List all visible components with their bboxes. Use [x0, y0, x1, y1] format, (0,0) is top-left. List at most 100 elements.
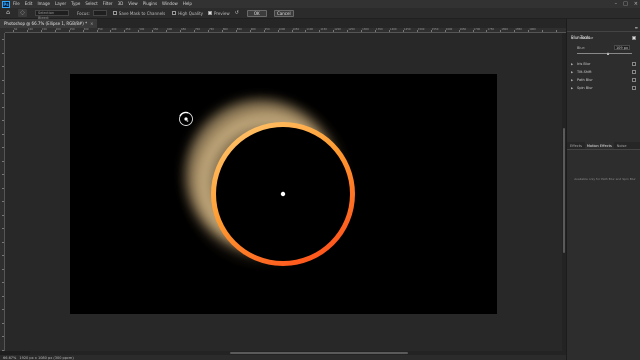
selection-bleed-field[interactable]: Selection Bleed: [35, 10, 69, 20]
blur-slider-track[interactable] [577, 53, 632, 54]
options-bar: ⌂ ◌ Selection Bleed: Focus: Save Mask to… [0, 8, 640, 20]
ruler-label: 1400 [389, 28, 397, 31]
ruler-label: 1100 [306, 28, 314, 31]
blur-value-field[interactable]: 109 px [614, 45, 630, 50]
ruler-label: 850 [236, 28, 242, 31]
save-mask-label: Save Mask to Channels [118, 10, 166, 16]
ruler-label: 1000 [278, 28, 286, 31]
ruler-label: 950 [264, 28, 270, 31]
blur-ring-arc[interactable] [179, 111, 189, 117]
zoom-level[interactable]: 66.67% [3, 356, 16, 360]
menu-filter[interactable]: Filter [103, 0, 113, 8]
iris-blur-row[interactable]: ▶ Iris Blur [567, 60, 640, 68]
preview-label: Preview [214, 10, 230, 16]
vertical-scroll-thumb[interactable] [563, 128, 565, 253]
path-blur-row[interactable]: ▶ Path Blur [567, 76, 640, 84]
ruler-label: 500 [139, 28, 145, 31]
preview-checkbox[interactable] [208, 11, 213, 15]
collapse-triangle-icon[interactable]: ▶ [571, 76, 573, 84]
blur-ring-pin[interactable] [184, 117, 188, 121]
menu-file[interactable]: File [13, 0, 20, 8]
document-tab-bar: Photoshop @ 66.7% (Ellipse 1, RGB/8#) * × [0, 19, 566, 28]
blur-center-pin[interactable] [280, 191, 286, 197]
tab-effects[interactable]: Effects [568, 142, 584, 149]
window-controls: – □ × [615, 0, 638, 8]
spin-blur-checkbox[interactable] [632, 86, 636, 90]
minimize-icon[interactable]: – [615, 1, 618, 7]
menu-window[interactable]: Window [162, 0, 178, 8]
tab-noise[interactable]: Noise [615, 142, 629, 149]
tilt-shift-row[interactable]: ▶ Tilt-Shift [567, 68, 640, 76]
ruler-label: 1250 [348, 28, 355, 31]
ruler-label: 150 [41, 28, 47, 31]
document-canvas[interactable] [70, 74, 497, 314]
field-blur-checkbox[interactable] [632, 36, 636, 40]
high-quality-label: High Quality [178, 10, 204, 16]
ruler-label: 400 [111, 28, 117, 31]
canvas-workspace[interactable] [5, 33, 562, 351]
reset-icon[interactable]: ↺ [235, 10, 239, 16]
panel-menu-icon[interactable]: ≡ [635, 24, 638, 32]
ruler-label: 600 [167, 28, 173, 31]
ruler-label: 1150 [320, 28, 327, 31]
menu-bar: Ps File Edit Image Layer Type Select Fil… [0, 0, 640, 8]
collapse-triangle-icon[interactable]: ▶ [571, 84, 573, 92]
motion-effects-note: Available only for Path Blur and Spin Bl… [574, 177, 636, 181]
ruler-label: 1850 [515, 28, 522, 31]
path-blur-label: Path Blur [577, 78, 593, 82]
collapse-triangle-icon[interactable]: ▶ [571, 68, 573, 76]
photoshop-logo-icon[interactable]: Ps [2, 0, 10, 8]
ok-button[interactable]: OK [246, 9, 267, 17]
ruler-label: 800 [222, 28, 228, 31]
menu-help[interactable]: Help [183, 0, 192, 8]
blur-gallery-icon[interactable]: ◌ [18, 9, 27, 17]
ruler-label: 1350 [376, 28, 383, 31]
menu-image[interactable]: Image [37, 0, 50, 8]
high-quality-checkbox[interactable] [172, 11, 177, 15]
path-blur-checkbox[interactable] [632, 78, 636, 82]
blur-slider-thumb[interactable] [607, 51, 610, 55]
ruler-label: 1300 [362, 28, 369, 31]
ruler-label: 1450 [403, 28, 411, 31]
home-icon[interactable]: ⌂ [4, 9, 12, 17]
focus-label: Focus: [77, 10, 90, 16]
spin-blur-label: Spin Blur [577, 86, 593, 90]
menu-select[interactable]: Select [85, 0, 97, 8]
document-title: Photoshop @ 66.7% (Ellipse 1, RGB/8#) * [4, 21, 88, 26]
menu-plugins[interactable]: Plugins [143, 0, 157, 8]
menu-view[interactable]: View [128, 0, 138, 8]
ruler-label: 1050 [292, 28, 300, 31]
spin-blur-row[interactable]: ▶ Spin Blur [567, 84, 640, 92]
cancel-button[interactable]: Cancel [273, 9, 294, 17]
maximize-icon[interactable]: □ [623, 1, 628, 7]
collapse-triangle-icon[interactable]: ▶ [571, 60, 573, 68]
effects-tab-bar: Effects Motion Effects Noise [567, 142, 640, 150]
ruler-label: 700 [195, 28, 200, 31]
ruler-label: 1500 [417, 28, 425, 31]
ruler-label: 250 [69, 28, 75, 31]
blur-tools-tab[interactable]: Blur Tools ≡ [567, 24, 640, 40]
document-tab[interactable]: Photoshop @ 66.7% (Ellipse 1, RGB/8#) * × [0, 19, 98, 28]
ruler-label: 100 [27, 28, 33, 31]
ruler-label: 50 [14, 28, 18, 31]
iris-blur-checkbox[interactable] [632, 62, 636, 66]
close-tab-icon[interactable]: × [90, 21, 93, 26]
close-icon[interactable]: × [634, 1, 638, 7]
menu-type[interactable]: Type [71, 0, 80, 8]
tilt-shift-checkbox[interactable] [632, 70, 636, 74]
menu-3d[interactable]: 3D [118, 0, 124, 8]
horizontal-scroll-thumb[interactable] [230, 352, 408, 354]
ruler-label: 1200 [334, 28, 341, 31]
menu-edit[interactable]: Edit [25, 0, 33, 8]
ruler-label: 550 [153, 28, 159, 31]
tilt-shift-label: Tilt-Shift [577, 70, 592, 74]
field-blur-row[interactable]: ▼ Field Blur [567, 34, 640, 42]
focus-field[interactable] [92, 10, 107, 16]
field-blur-label: Field Blur [577, 36, 594, 40]
expand-triangle-icon[interactable]: ▼ [571, 34, 573, 42]
save-mask-checkbox[interactable] [112, 11, 117, 15]
blur-label: Blur: [577, 46, 586, 50]
tab-motion-effects[interactable]: Motion Effects [584, 142, 614, 149]
menu-layer[interactable]: Layer [55, 0, 66, 8]
ruler-label: 1650 [459, 28, 467, 31]
